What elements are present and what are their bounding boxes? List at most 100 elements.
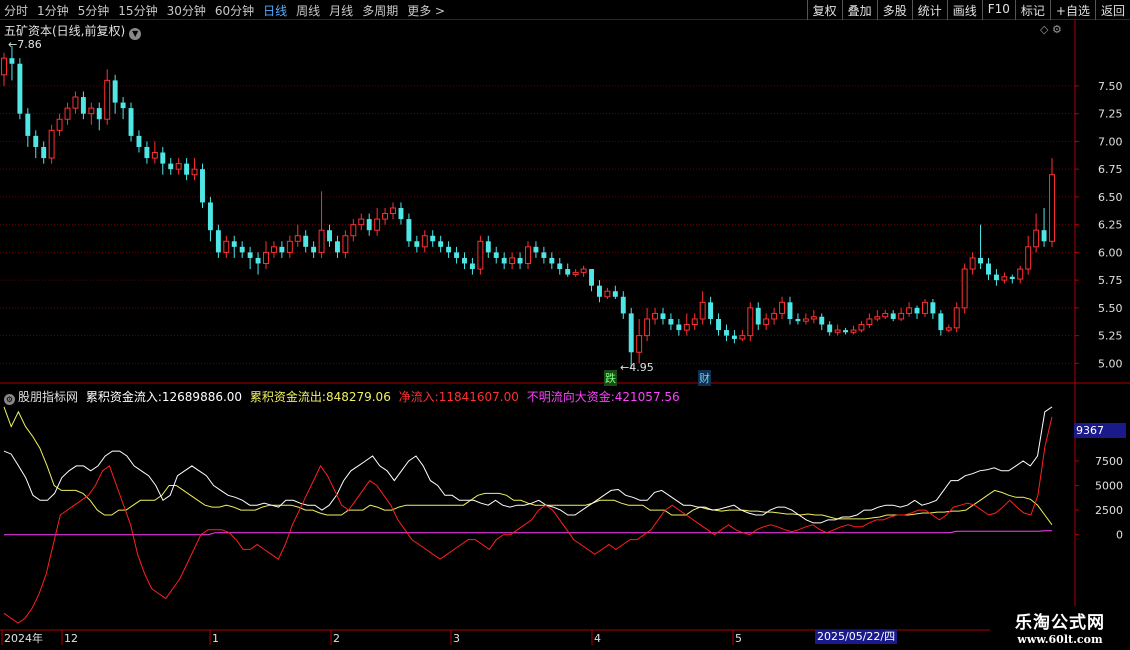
candle-122 [969, 252, 976, 275]
candle-130 [1033, 213, 1040, 253]
candle-104 [827, 321, 833, 336]
series-outflow-label: 累积资金流出: [249, 390, 326, 404]
candle-body-94 [747, 307, 754, 337]
candle-31 [247, 246, 253, 270]
candle-73 [580, 265, 587, 277]
main-tick-label-6: 6.00 [1098, 246, 1123, 259]
candle-body-131 [1041, 230, 1047, 242]
series-net-line [3, 416, 1053, 624]
candle-body-10 [80, 97, 86, 114]
candle-body-38 [303, 235, 309, 247]
series-inflow-line [3, 406, 1053, 524]
candlestick-series [1, 45, 1055, 369]
candle-107 [850, 325, 857, 335]
candle-body-68 [541, 252, 547, 258]
marker-cai[interactable]: 财 [698, 370, 711, 386]
candle-body-81 [644, 318, 651, 337]
candle-body-18 [144, 146, 150, 159]
candle-body-20 [160, 152, 166, 164]
candle-111 [882, 310, 889, 319]
candle-72 [572, 269, 579, 277]
series-inflow-value: 12689886.00 [161, 390, 243, 404]
candle-98 [779, 296, 786, 319]
candle-body-59 [469, 263, 475, 270]
main-tick-label-8: 5.50 [1098, 302, 1123, 315]
candle-70 [557, 257, 563, 275]
candle-body-31 [247, 252, 253, 258]
candle-body-64 [509, 257, 516, 264]
candle-body-40 [318, 229, 325, 253]
candle-body-47 [374, 218, 381, 231]
candle-114 [906, 302, 913, 317]
candle-46 [366, 213, 372, 236]
candle-96 [763, 313, 770, 331]
candle-51 [406, 213, 412, 247]
candle-57 [454, 246, 460, 264]
candle-body-93 [739, 335, 746, 340]
date-label-6: 5 [735, 632, 742, 645]
candle-body-123 [978, 257, 984, 264]
candle-127 [1009, 274, 1015, 284]
candle-body-73 [580, 268, 587, 273]
main-tick-label-10: 5.00 [1098, 357, 1123, 370]
marker-die[interactable]: 跌 [604, 370, 617, 386]
low-price-value: 4.95 [629, 361, 654, 374]
series-unknown-line [4, 530, 1052, 536]
watermark-title: 乐淘公式网 [1015, 613, 1105, 633]
candle-80 [636, 318, 643, 364]
candle-59 [469, 257, 475, 275]
candle-body-60 [477, 240, 484, 270]
candle-82 [652, 307, 658, 325]
candle-body-122 [969, 257, 976, 270]
candle-body-17 [136, 135, 142, 147]
candle-body-19 [151, 152, 158, 159]
candle-4 [33, 130, 39, 159]
candle-1 [9, 45, 15, 81]
candle-body-109 [866, 318, 873, 326]
candle-60 [477, 235, 484, 275]
candle-97 [771, 307, 778, 325]
candle-body-74 [589, 269, 594, 286]
candle-50 [398, 202, 404, 225]
candle-body-67 [533, 246, 539, 253]
candle-74 [589, 269, 594, 292]
candle-22 [175, 158, 182, 175]
candle-body-41 [327, 230, 332, 242]
candle-12 [96, 102, 102, 131]
candle-34 [270, 241, 277, 258]
candle-body-76 [604, 290, 611, 298]
candle-49 [390, 202, 396, 220]
gear-icon[interactable]: ⚙ [4, 394, 15, 405]
candle-79 [628, 307, 634, 369]
candle-body-127 [1009, 276, 1015, 280]
candle-body-11 [88, 107, 95, 115]
series-net-label: 净流入: [398, 390, 439, 404]
candle-64 [509, 252, 516, 270]
chart-canvas[interactable]: 7.50 7.25 7.00 6.75 6.50 6.25 6.00 5.75 5.50 5.25… [0, 0, 1130, 650]
date-label-1: 12 [64, 632, 78, 645]
candle-24 [191, 158, 198, 181]
candle-body-8 [64, 107, 71, 120]
candle-52 [414, 235, 420, 253]
candle-body-77 [612, 291, 618, 297]
candle-87 [691, 313, 698, 331]
main-tick-label-3: 6.75 [1098, 163, 1123, 176]
candle-30 [239, 241, 245, 258]
candle-101 [802, 313, 809, 325]
candle-body-101 [802, 318, 809, 322]
candle-33 [263, 241, 269, 270]
candle-91 [724, 324, 729, 342]
candle-41 [327, 224, 332, 247]
candle-body-12 [96, 108, 102, 120]
candle-body-89 [708, 302, 714, 319]
candle-body-9 [72, 96, 79, 109]
candle-21 [168, 158, 174, 175]
candle-25 [200, 163, 205, 208]
candle-body-36 [286, 240, 293, 253]
indicator-title[interactable]: ⚙ 股朋指标网 累积资金流入:12689886.00 累积资金流出:848279.… [4, 388, 680, 405]
candle-116 [922, 298, 928, 317]
candle-body-6 [48, 129, 55, 159]
candle-112 [890, 310, 896, 322]
candle-100 [795, 313, 801, 325]
candle-body-103 [819, 316, 825, 325]
